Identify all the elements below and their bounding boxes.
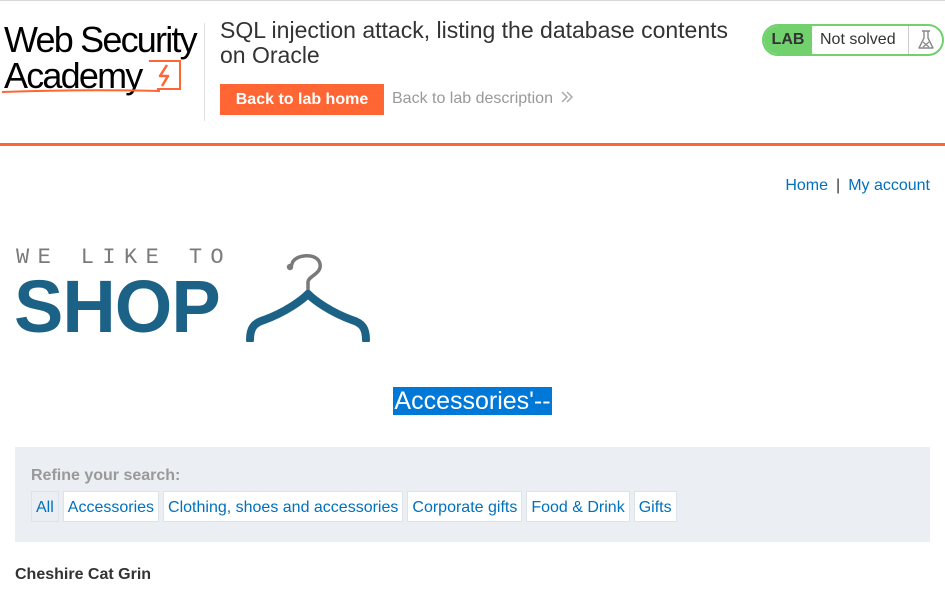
refine-search-label: Refine your search:: [31, 467, 181, 484]
hanger-icon: [246, 254, 370, 342]
category-filter-all[interactable]: All: [31, 491, 59, 522]
top-nav: Home | My account: [785, 177, 930, 195]
double-chevron-right-icon: [561, 91, 574, 103]
back-to-lab-description-link[interactable]: Back to lab description: [392, 90, 574, 108]
lab-status-widget: LAB Not solved: [762, 24, 944, 56]
header-divider: [204, 23, 205, 121]
flask-icon: [918, 30, 934, 49]
category-filter-accessories[interactable]: Accessories: [62, 491, 160, 522]
home-link[interactable]: Home: [785, 177, 828, 194]
category-filter-list: All Accessories Clothing, shoes and acce…: [31, 491, 681, 522]
web-security-academy-logo[interactable]: Web Security Academy: [2, 21, 202, 97]
category-filter-corporate-gifts[interactable]: Corporate gifts: [407, 491, 523, 522]
category-filter-food-drink[interactable]: Food & Drink: [526, 491, 630, 522]
lab-status-text: Not solved: [820, 31, 896, 48]
shop-logo-word: SHOP: [14, 265, 221, 348]
lightning-icon: [2, 60, 181, 93]
search-term-text: Accessories'--: [393, 387, 552, 415]
lab-badge: LAB: [764, 26, 812, 54]
category-filter-clothing[interactable]: Clothing, shoes and accessories: [163, 491, 404, 522]
back-to-lab-description-label: Back to lab description: [392, 90, 553, 107]
shop-logo[interactable]: WE LIKE TO SHOP: [14, 244, 374, 344]
nav-separator: |: [836, 177, 841, 194]
category-filter-gifts[interactable]: Gifts: [633, 491, 677, 522]
product-name[interactable]: Cheshire Cat Grin: [15, 566, 151, 584]
refine-search-panel: Refine your search: All Accessories Clot…: [15, 447, 930, 542]
lab-title: SQL injection attack, listing the databa…: [220, 17, 729, 68]
back-to-lab-home-button[interactable]: Back to lab home: [220, 84, 384, 115]
academy-header: Web Security Academy SQL injection attac…: [0, 0, 945, 146]
flask-button[interactable]: [908, 26, 942, 54]
my-account-link[interactable]: My account: [848, 177, 930, 194]
search-term-heading: Accessories'--: [0, 387, 945, 416]
